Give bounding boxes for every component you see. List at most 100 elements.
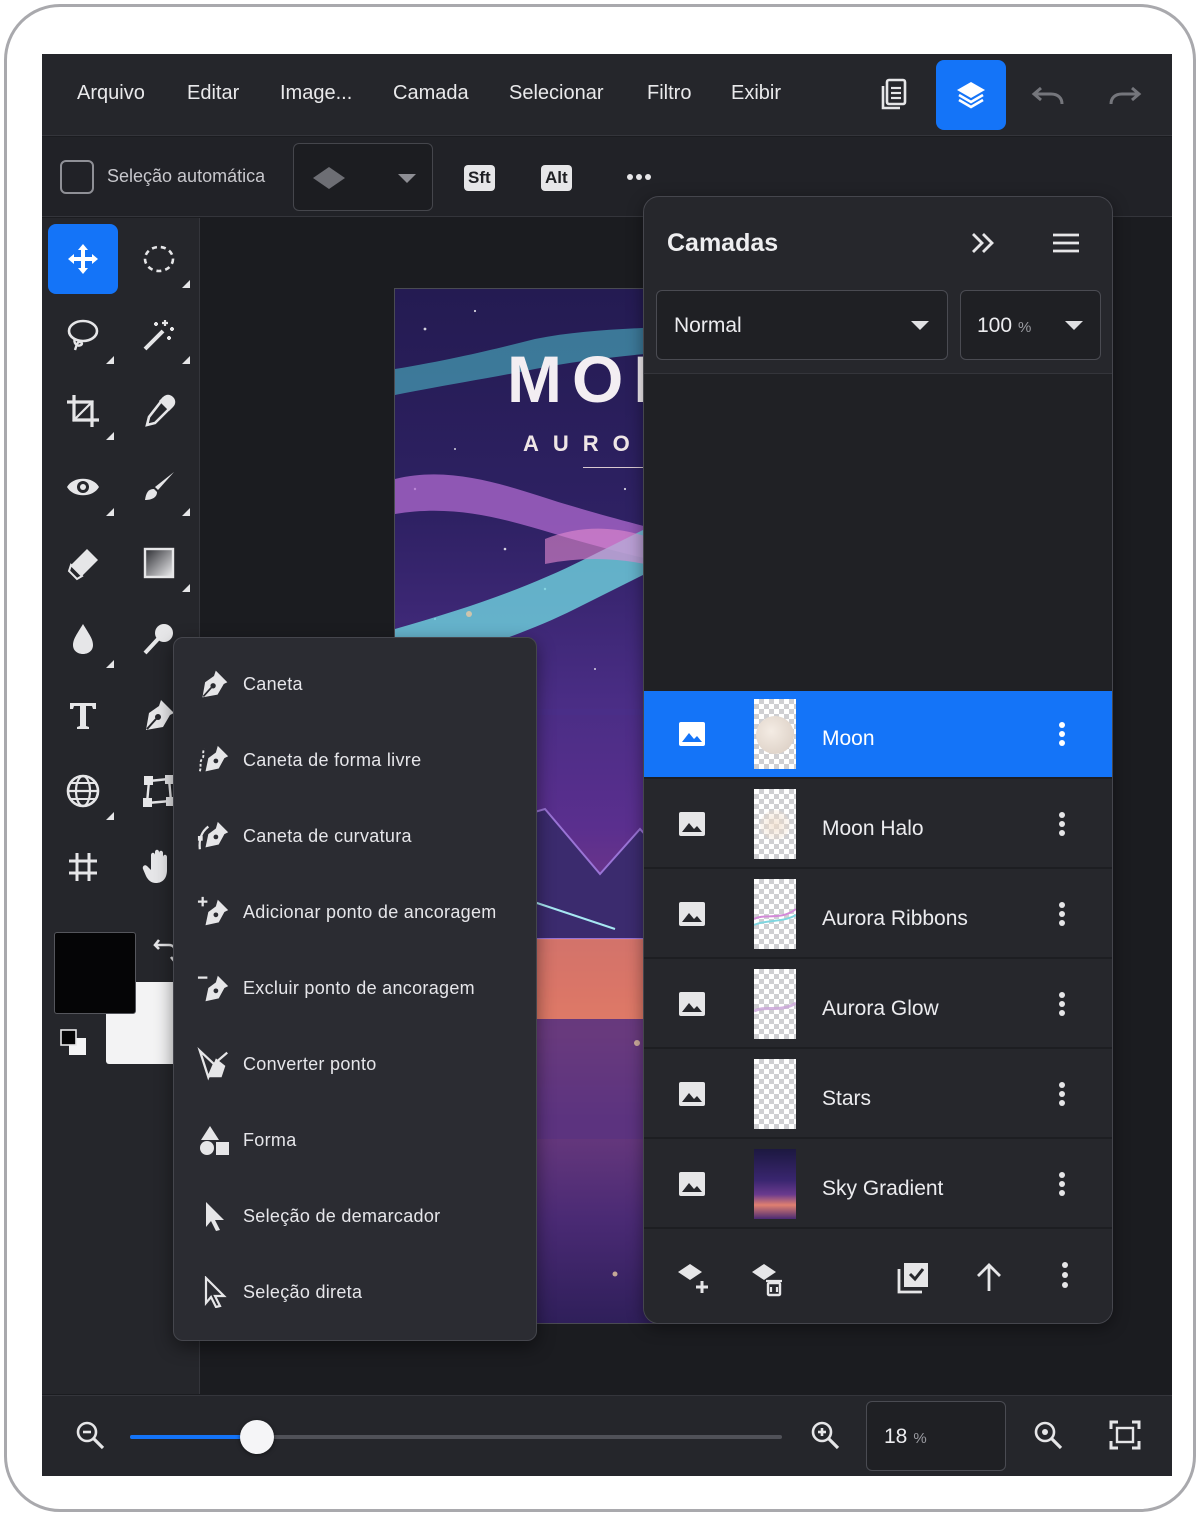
layer-thumbnail <box>754 699 796 769</box>
lasso-tool[interactable] <box>48 300 118 370</box>
opacity-unit: % <box>1018 319 1032 336</box>
tool-group-indicator <box>182 280 190 288</box>
globe-tool[interactable] <box>48 756 118 826</box>
more-vertical-icon[interactable] <box>1058 721 1066 747</box>
panel-menu-icon[interactable] <box>1051 232 1081 254</box>
zoom-slider-track[interactable] <box>130 1420 782 1454</box>
flyout-item-freeform-pen[interactable]: Caneta de forma livre <box>174 722 536 798</box>
layer-name: Stars <box>822 1087 872 1110</box>
redo-button[interactable] <box>1090 60 1160 130</box>
eraser-tool[interactable] <box>48 528 118 598</box>
move-tool[interactable] <box>48 224 118 294</box>
tool-group-indicator <box>106 508 114 516</box>
menu-bar: Arquivo Editar Image... Camada Seleciona… <box>42 54 1172 136</box>
menu-camada[interactable]: Camada <box>393 82 469 105</box>
redeye-tool[interactable] <box>48 452 118 522</box>
brush-tool[interactable] <box>124 452 194 522</box>
layer-row-sky-gradient[interactable]: Sky Gradient <box>644 1141 1112 1229</box>
flyout-item-label: Excluir ponto de ancoragem <box>243 977 475 998</box>
magic-wand-tool[interactable] <box>124 300 194 370</box>
flyout-item-curvature-pen[interactable]: Caneta de curvatura <box>174 798 536 874</box>
menu-imagem[interactable]: Image... <box>280 82 352 105</box>
image-layer-icon <box>679 722 705 746</box>
menu-editar[interactable]: Editar <box>187 82 239 105</box>
crop-tool[interactable] <box>48 376 118 446</box>
blend-mode-value: Normal <box>674 314 742 337</box>
flyout-item-shape[interactable]: Forma <box>174 1102 536 1178</box>
tablet-frame: Arquivo Editar Image... Camada Seleciona… <box>4 4 1196 1512</box>
more-vertical-icon[interactable] <box>1058 901 1066 927</box>
menu-selecionar[interactable]: Selecionar <box>509 82 604 105</box>
eye-icon <box>67 478 99 496</box>
ellipse-marquee-icon <box>143 245 175 273</box>
more-vertical-icon[interactable] <box>1058 1171 1066 1197</box>
layer-mask-icon[interactable] <box>896 1261 930 1295</box>
flyout-item-convert-point[interactable]: Converter ponto <box>174 1026 536 1102</box>
opacity-dropdown[interactable]: 100% <box>960 290 1101 360</box>
layer-row-aurora-glow[interactable]: Aurora Glow <box>644 961 1112 1049</box>
pen-icon <box>146 700 174 730</box>
menu-filtro[interactable]: Filtro <box>647 82 691 105</box>
alt-modifier-button[interactable]: Alt <box>541 165 572 191</box>
layers-panel-title: Camadas <box>667 229 779 257</box>
layer-row-stars[interactable]: Stars <box>644 1051 1112 1139</box>
default-colors-icon[interactable] <box>59 1028 89 1058</box>
collapse-panel-icon[interactable] <box>970 232 996 254</box>
grid-tool[interactable] <box>48 832 118 902</box>
gradient-tool[interactable] <box>124 528 194 598</box>
layers-panel-button[interactable] <box>936 60 1006 130</box>
layer-name: Moon <box>822 727 875 750</box>
flyout-item-label: Converter ponto <box>243 1053 377 1074</box>
blur-tool[interactable] <box>48 604 118 674</box>
layer-row-aurora-ribbons[interactable]: Aurora Ribbons <box>644 871 1112 959</box>
flyout-item-label: Caneta <box>243 673 303 694</box>
zoom-actual-size-icon[interactable] <box>1033 1420 1063 1450</box>
zoom-slider-thumb[interactable] <box>240 1420 275 1454</box>
zoom-bar: 18% <box>42 1395 1172 1476</box>
auto-select-target-dropdown[interactable] <box>293 143 433 211</box>
more-vertical-icon[interactable] <box>1058 811 1066 837</box>
chevron-down-icon <box>398 174 416 183</box>
more-horizontal-icon[interactable] <box>626 164 652 190</box>
layer-row-moon[interactable]: Moon <box>644 691 1112 779</box>
more-vertical-icon[interactable] <box>1058 1081 1066 1107</box>
zoom-unit: % <box>913 1430 927 1447</box>
layer-thumbnail <box>754 1059 796 1129</box>
flyout-item-direct-selection[interactable]: Seleção direta <box>174 1254 536 1330</box>
move-layer-up-icon[interactable] <box>974 1261 1004 1293</box>
text-icon <box>70 703 96 729</box>
flyout-item-delete-anchor[interactable]: Excluir ponto de ancoragem <box>174 950 536 1026</box>
foreground-color-swatch[interactable] <box>54 932 136 1014</box>
flyout-item-path-selection[interactable]: Seleção de demarcador <box>174 1178 536 1254</box>
menu-arquivo[interactable]: Arquivo <box>77 82 145 105</box>
zoom-value-field[interactable]: 18% <box>866 1401 1006 1471</box>
delete-layer-icon[interactable] <box>750 1261 784 1297</box>
documents-button[interactable] <box>859 60 929 130</box>
more-vertical-icon[interactable] <box>1061 1261 1069 1289</box>
zoom-in-icon[interactable] <box>810 1420 840 1450</box>
flyout-item-add-anchor[interactable]: Adicionar ponto de ancoragem <box>174 874 536 950</box>
documents-icon <box>881 78 907 110</box>
blend-mode-dropdown[interactable]: Normal <box>656 290 948 360</box>
menu-exibir[interactable]: Exibir <box>731 82 781 105</box>
fit-screen-icon[interactable] <box>1109 1420 1141 1450</box>
eyedropper-tool[interactable] <box>124 376 194 446</box>
type-tool[interactable] <box>48 680 118 750</box>
undo-button[interactable] <box>1013 60 1083 130</box>
gradient-icon <box>143 547 175 579</box>
new-layer-icon[interactable] <box>676 1261 710 1295</box>
redo-icon <box>1109 86 1142 105</box>
flyout-item-pen[interactable]: Caneta <box>174 646 536 722</box>
tool-group-indicator <box>106 812 114 820</box>
more-vertical-icon[interactable] <box>1058 991 1066 1017</box>
shift-modifier-button[interactable]: Sft <box>464 165 495 191</box>
auto-select-checkbox[interactable] <box>60 160 94 194</box>
marquee-tool[interactable] <box>124 224 194 294</box>
layer-diamond-icon <box>313 167 345 189</box>
transform-icon <box>143 775 175 807</box>
dodge-icon <box>143 624 173 655</box>
layer-thumbnail <box>754 789 796 859</box>
tool-group-indicator <box>106 432 114 440</box>
layer-row-moon-halo[interactable]: Moon Halo <box>644 781 1112 869</box>
zoom-out-icon[interactable] <box>75 1420 105 1450</box>
